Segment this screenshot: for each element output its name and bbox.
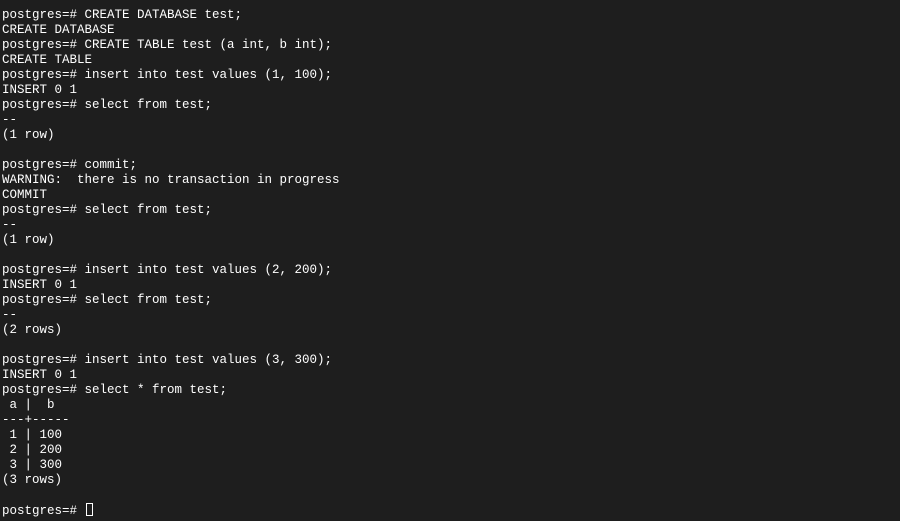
terminal-line: INSERT 0 1	[2, 368, 78, 382]
terminal-line: postgres=# commit;	[2, 158, 138, 172]
terminal-line: postgres=# CREATE DATABASE test;	[2, 8, 243, 22]
terminal-line: INSERT 0 1	[2, 278, 78, 292]
terminal-line: CREATE TABLE	[2, 53, 93, 67]
terminal-line: COMMIT	[2, 188, 48, 202]
terminal-line: 3 | 300	[2, 458, 63, 472]
terminal-line: a | b	[2, 398, 55, 412]
terminal-line: --	[2, 218, 18, 232]
terminal-line: postgres=# insert into test values (2, 2…	[2, 263, 333, 277]
terminal-line: --	[2, 308, 18, 322]
terminal-line: (1 row)	[2, 233, 55, 247]
terminal-line: (1 row)	[2, 128, 55, 142]
terminal-line: (2 rows)	[2, 323, 63, 337]
terminal-line: ---+-----	[2, 413, 70, 427]
terminal-line: postgres=# insert into test values (1, 1…	[2, 68, 333, 82]
terminal-line: CREATE DATABASE	[2, 23, 115, 37]
terminal-line: postgres=# CREATE TABLE test (a int, b i…	[2, 38, 333, 52]
active-prompt-line[interactable]: postgres=#	[2, 503, 900, 518]
terminal-line: postgres=# select * from test;	[2, 383, 228, 397]
terminal-line: postgres=# insert into test values (3, 3…	[2, 353, 333, 367]
terminal-window[interactable]: postgres=# CREATE DATABASE test; CREATE …	[0, 0, 900, 521]
terminal-line: (3 rows)	[2, 473, 63, 487]
terminal-line: 1 | 100	[2, 428, 63, 442]
terminal-line: postgres=# select from test;	[2, 98, 213, 112]
prompt-text: postgres=#	[2, 504, 85, 518]
terminal-line: postgres=# select from test;	[2, 203, 213, 217]
terminal-line: INSERT 0 1	[2, 83, 78, 97]
terminal-line: 2 | 200	[2, 443, 63, 457]
terminal-line: postgres=# select from test;	[2, 293, 213, 307]
terminal-line: --	[2, 113, 18, 127]
terminal-line: WARNING: there is no transaction in prog…	[2, 173, 340, 187]
cursor-icon[interactable]	[85, 503, 93, 516]
